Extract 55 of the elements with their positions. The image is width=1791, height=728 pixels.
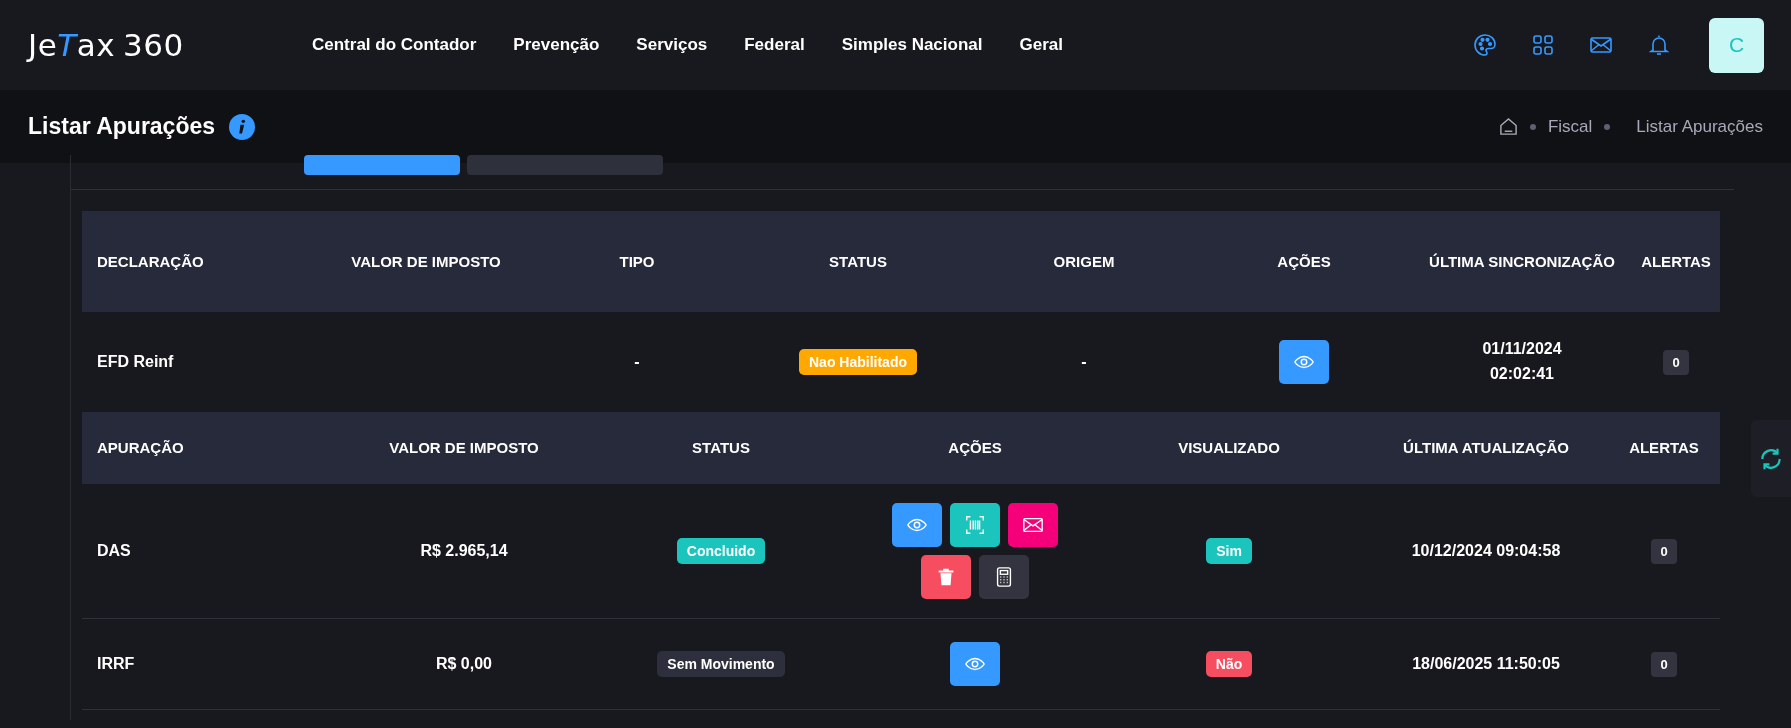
breadcrumb-link[interactable]: Fiscal [1547,116,1593,137]
column-header: STATUS [828,251,888,272]
refresh-button[interactable] [1751,420,1791,497]
delete-button[interactable] [921,555,971,599]
nav-link[interactable]: Federal [744,35,805,55]
view-button[interactable] [1279,340,1329,384]
nav-link[interactable]: Central do Contador [312,35,477,55]
viewed-badge: Não [1205,651,1253,677]
table-cell: 10/12/2024 09:04:58 [1411,542,1561,560]
table-cell: IRRF [97,655,135,673]
calculator-button[interactable] [979,555,1029,599]
column-header: ÚLTIMA SINCRONIZAÇÃO [1428,251,1616,272]
nav-link[interactable]: Simples Nacional [841,35,983,55]
table-cell-text: 01/11/2024 02:02:41 [1482,339,1562,384]
alert-count: 0 [1651,538,1677,564]
alert-count: 0 [1651,651,1677,677]
home-icon[interactable] [1498,117,1518,136]
page-title: Listar Apurações [28,113,216,140]
view-button[interactable] [950,642,1000,686]
table-cell: - [1081,353,1087,371]
palette-icon[interactable] [1473,33,1497,57]
column-header: VALOR DE IMPOSTO [350,251,502,272]
alert-count: 0 [1663,349,1689,375]
table-cell: R$ 0,00 [435,655,492,673]
column-header: TIPO [618,251,656,272]
column-header: VISUALIZADO [1177,438,1281,459]
nav-link[interactable]: Serviços [636,35,708,55]
status-badge: Concluido [676,538,766,564]
column-header: ALERTAS [1628,438,1700,459]
status-badge: Nao Habilitado [799,349,917,375]
table-cell: - [634,353,640,371]
apps-icon[interactable] [1531,33,1555,57]
status-badge: Sem Movimento [657,651,785,677]
column-header: ÚLTIMA ATUALIZAÇÃO [1402,438,1570,459]
notification-icon[interactable] [1647,33,1671,57]
table-cell: 18/06/2025 11:50:05 [1412,655,1560,673]
info-icon[interactable] [229,113,256,140]
nav-link[interactable]: Geral [1019,35,1063,55]
table-cell: R$ 2.965,14 [420,542,508,560]
column-header: ORIGEM [1052,251,1116,272]
column-header: AÇÕES [1276,251,1332,272]
column-header: STATUS [691,438,751,459]
barcode-icon [964,514,986,536]
column-header: AÇÕES [947,438,1003,459]
view-button[interactable] [892,503,942,547]
column-header: ALERTAS [1640,251,1712,272]
table-cell: EFD Reinf [97,353,174,371]
mail-button[interactable] [1008,503,1058,547]
column-header: APURAÇÃO [96,438,185,459]
logo[interactable]: JeTax 360 [28,27,312,63]
table-cell: DAS [97,542,131,560]
column-header: VALOR DE IMPOSTO [388,438,540,459]
nav-link[interactable]: Prevenção [513,35,600,55]
column-header: DECLARAÇÃO [96,251,205,272]
viewed-badge: Sim [1206,538,1252,564]
